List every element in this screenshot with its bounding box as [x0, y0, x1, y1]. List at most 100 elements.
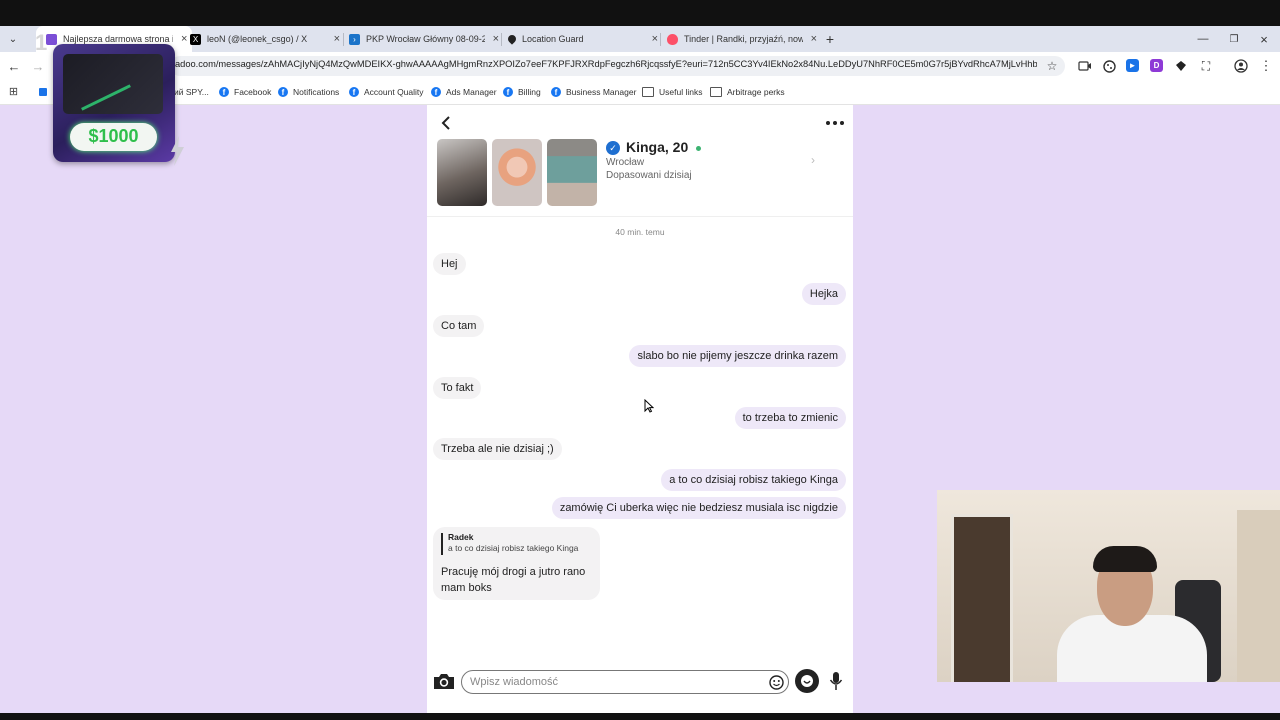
cookie-extension-icon[interactable]	[1101, 58, 1117, 74]
bookmark-star-icon[interactable]: ☆	[1044, 58, 1060, 74]
tab-close-icon[interactable]: ×	[493, 33, 499, 45]
tab-tinder[interactable]: Tinder | Randki, przyjaźń, nowe ×	[667, 26, 817, 52]
bookmark-label: Useful links	[659, 87, 703, 97]
tab-pkp[interactable]: › PKP Wrocław Główny 08-09-20 ×	[349, 26, 499, 52]
profile-avatar-icon[interactable]	[1233, 58, 1249, 74]
bookmark-useful-links[interactable]: Useful links	[642, 80, 702, 104]
profile-photo-2[interactable]	[492, 139, 542, 206]
facebook-icon: f	[278, 87, 288, 97]
tinder-icon	[667, 33, 678, 45]
bookmark-account-quality[interactable]: f Account Quality	[349, 80, 424, 104]
message-bubble-outgoing[interactable]: Hejka	[801, 283, 846, 305]
screen-top-bar	[0, 0, 1280, 26]
purple-extension-icon[interactable]: D	[1150, 59, 1163, 72]
emoji-icon[interactable]	[768, 674, 784, 690]
restore-icon[interactable]: ❐	[1226, 31, 1242, 47]
tab-close-icon[interactable]: ×	[811, 33, 817, 45]
message-timestamp: 40 min. temu	[615, 227, 665, 237]
location-guard-extension-icon[interactable]	[1174, 59, 1187, 72]
microphone-icon[interactable]	[825, 669, 847, 693]
bookmark-business-manager[interactable]: f Business Manager	[551, 80, 636, 104]
tab-separator	[343, 33, 344, 46]
back-icon[interactable]: ←	[6, 58, 22, 74]
forward-icon[interactable]: →	[30, 58, 46, 74]
profile-photo-3[interactable]	[547, 139, 597, 206]
tab-x[interactable]: X leoN (@leonek_csgo) / X ×	[190, 26, 340, 52]
quote-text: a to co dzisiaj robisz takiego Kinga	[448, 543, 579, 553]
quote-author: Radek	[448, 532, 474, 542]
bookmark-ads-manager[interactable]: f Ads Manager	[431, 80, 497, 104]
message-bubble-outgoing[interactable]: slabo bo nie pijemy jeszcze drinka razem	[629, 345, 846, 367]
promo-overlay[interactable]: $1000 1	[35, 30, 184, 166]
webcam-shelf	[1237, 510, 1280, 682]
tab-close-icon[interactable]: ×	[334, 33, 340, 45]
new-tab-button[interactable]: +	[822, 31, 838, 47]
bookmark-notifications[interactable]: f Notifications	[278, 80, 339, 104]
bookmark-facebook[interactable]: f Facebook	[219, 80, 271, 104]
bookmark-billing[interactable]: f Billing	[503, 80, 541, 104]
online-status-dot	[696, 146, 701, 151]
message-bubble-outgoing[interactable]: to trzeba to zmienic	[734, 407, 846, 429]
sticker-icon[interactable]	[795, 669, 819, 693]
match-status: Dopasowani dzisiaj	[606, 170, 692, 181]
tab-search-icon[interactable]: ⌄	[6, 32, 20, 46]
promo-image	[63, 54, 163, 114]
minimize-icon[interactable]: —	[1195, 31, 1211, 47]
chat-panel: ✓ Kinga, 20 Wrocław Dopasowani dzisiaj ›…	[427, 105, 853, 713]
profile-photo-1[interactable]	[437, 139, 487, 206]
message-bubble-incoming[interactable]: To fakt	[433, 377, 482, 399]
message-bubble-outgoing[interactable]: a to co dzisiaj robisz takiego Kinga	[661, 469, 846, 491]
mouse-cursor-icon	[644, 398, 655, 413]
blue-extension-icon[interactable]: ►	[1126, 59, 1139, 72]
tab-title: Najlepsza darmowa strona i ap	[63, 34, 173, 44]
apps-grid-icon[interactable]: ⊞	[7, 85, 20, 98]
tab-title: Tinder | Randki, przyjaźń, nowe	[684, 34, 803, 44]
message-bubble-incoming[interactable]: Trzeba ale nie dzisiaj ;)	[433, 438, 562, 460]
reply-message-bubble[interactable]: Radek a to co dzisiaj robisz takiego Kin…	[433, 527, 600, 600]
tab-location-guard[interactable]: Location Guard ×	[506, 26, 658, 52]
bookmark-arbitrage-perks[interactable]: Arbitrage perks	[710, 80, 785, 104]
bookmark-label: Facebook	[234, 87, 272, 97]
extensions-puzzle-icon[interactable]: ⛶	[1198, 58, 1214, 74]
folder-icon	[642, 87, 654, 97]
camera-icon[interactable]	[431, 669, 457, 693]
tab-close-icon[interactable]: ×	[181, 33, 187, 45]
close-window-icon[interactable]: ×	[1256, 31, 1272, 47]
message-input[interactable]: Wpisz wiadomość	[461, 670, 789, 694]
back-arrow-icon[interactable]	[437, 114, 455, 132]
profile-name[interactable]: Kinga, 20	[626, 139, 688, 155]
bookmark-spy[interactable]: ий SPY...	[174, 80, 209, 104]
promo-amount: $1000	[88, 126, 139, 146]
facebook-icon: f	[551, 87, 561, 97]
pkp-icon: ›	[349, 33, 360, 45]
browser-menu-icon[interactable]: ⋮	[1258, 58, 1274, 74]
promo-amount-pill: $1000	[70, 123, 157, 151]
chevron-right-icon[interactable]: ›	[807, 153, 819, 167]
bookmarks-bar: ⊞ ий SPY... f Facebook f Notifications f…	[0, 80, 1280, 105]
address-row: ← → adoo.com/messages/zAhMACjIyNjQ4MzQwM…	[0, 52, 1280, 80]
tab-close-icon[interactable]: ×	[652, 33, 658, 45]
reply-text-line-2: mam boks	[441, 582, 492, 594]
url-bar[interactable]: adoo.com/messages/zAhMACjIyNjQ4MzQwMDEIK…	[170, 56, 1065, 76]
message-bubble-outgoing[interactable]: zamówię Ci uberka więc nie bedziesz musi…	[551, 497, 846, 519]
webcam-person-hair	[1093, 546, 1157, 572]
reply-text-line-1: Pracuję mój drogi a jutro rano	[441, 566, 586, 578]
folder-icon	[710, 87, 722, 97]
url-text: adoo.com/messages/zAhMACjIyNjQ4MzQwMDEIK…	[175, 59, 1037, 69]
screen-bottom-bar	[0, 713, 1280, 720]
message-bubble-incoming[interactable]: Co tam	[433, 315, 485, 337]
verified-badge-icon: ✓	[606, 141, 620, 155]
profile-city: Wrocław	[606, 157, 645, 168]
quote-bar	[441, 533, 443, 555]
message-bubble-incoming[interactable]: Hej	[433, 253, 466, 275]
location-guard-icon	[506, 33, 518, 45]
blue-bookmark-icon[interactable]	[39, 88, 47, 96]
facebook-icon: f	[431, 87, 441, 97]
facebook-icon: f	[503, 87, 513, 97]
facebook-icon: f	[219, 87, 229, 97]
camera-extension-icon[interactable]	[1077, 58, 1093, 74]
bookmark-label: ий SPY...	[174, 87, 209, 97]
facebook-icon: f	[349, 87, 359, 97]
x-icon: X	[190, 33, 201, 45]
more-options-icon[interactable]	[823, 115, 847, 131]
